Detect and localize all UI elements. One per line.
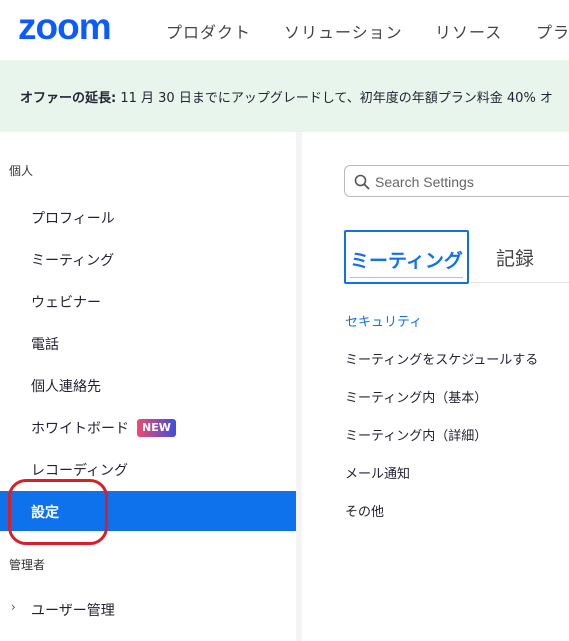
new-badge: NEW [137, 419, 176, 437]
promo-text[interactable]: オファーの延長: 11 月 30 日までにアップグレードして、初年度の年額プラン… [20, 87, 553, 106]
sidebar-item-user-management[interactable]: › ユーザー管理 [0, 589, 297, 629]
search-icon [354, 174, 370, 190]
promo-label: オファーの延長: [20, 91, 117, 106]
sidebar-item-label: ウェビナー [31, 295, 101, 311]
zoom-logo[interactable]: zoom [18, 10, 132, 44]
search-box[interactable] [344, 165, 569, 197]
settings-main: ミーティング 記録 セキュリティ ミーティングをスケジュールする ミーティング内… [302, 132, 569, 641]
promo-message: 11 月 30 日までにアップグレードして、初年度の年額プラン料金 40% オ [116, 91, 553, 106]
sidebar-item-label: レコーディング [31, 463, 129, 479]
tab-divider [471, 282, 569, 283]
sidebar-item-contacts[interactable]: 個人連絡先 [0, 365, 297, 405]
tab-label: ミーティング [350, 250, 463, 272]
nav-plans[interactable]: プラ [536, 19, 569, 43]
sidebar-item-label: プロフィール [31, 211, 115, 227]
sidebar-header-personal: 個人 [9, 164, 34, 178]
nav-solutions[interactable]: ソリューション [284, 19, 403, 43]
promo-banner: オファーの延長: 11 月 30 日までにアップグレードして、初年度の年額プラン… [0, 60, 569, 132]
sidebar-item-label: 電話 [31, 337, 59, 353]
sidebar-header-admin: 管理者 [9, 558, 46, 572]
search-input[interactable] [375, 172, 569, 192]
chevron-right-icon: › [11, 600, 16, 614]
section-link-email-notification[interactable]: メール通知 [345, 463, 410, 482]
tab-underline [350, 277, 463, 278]
sidebar-item-recordings[interactable]: レコーディング [0, 449, 297, 489]
sidebar-item-label: ユーザー管理 [31, 603, 115, 619]
nav-resources[interactable]: リソース [435, 19, 502, 43]
section-link-in-meeting-basic[interactable]: ミーティング内（基本） [345, 387, 487, 406]
section-link-other[interactable]: その他 [345, 501, 384, 520]
sidebar-item-whiteboards[interactable]: ホワイトボード NEW [0, 407, 297, 447]
section-link-security[interactable]: セキュリティ [345, 311, 422, 330]
svg-text:zoom: zoom [18, 10, 111, 44]
section-link-schedule-meeting[interactable]: ミーティングをスケジュールする [345, 349, 538, 368]
sidebar-item-label: ホワイトボード [31, 421, 129, 437]
sidebar-item-phone[interactable]: 電話 [0, 323, 297, 363]
tab-recording[interactable]: 記録 [496, 244, 534, 271]
tab-meetings[interactable]: ミーティング [344, 230, 469, 284]
section-link-in-meeting-advanced[interactable]: ミーティング内（詳細） [345, 425, 487, 444]
sidebar-item-meetings[interactable]: ミーティング [0, 239, 297, 279]
sidebar-item-profile[interactable]: プロフィール [0, 197, 297, 237]
sidebar-item-label: ミーティング [31, 253, 115, 269]
sidebar-item-label: 個人連絡先 [31, 379, 101, 395]
sidebar-item-webinars[interactable]: ウェビナー [0, 281, 297, 321]
sidebar: 個人 プロフィール ミーティング ウェビナー 電話 個人連絡先 ホワイトボード … [0, 132, 297, 641]
sidebar-item-settings[interactable]: 設定 [0, 491, 297, 531]
sidebar-item-label: 設定 [31, 505, 59, 521]
nav-products[interactable]: プロダクト [166, 19, 251, 43]
top-navigation: zoom プロダクト ソリューション リソース プラ [0, 0, 569, 60]
